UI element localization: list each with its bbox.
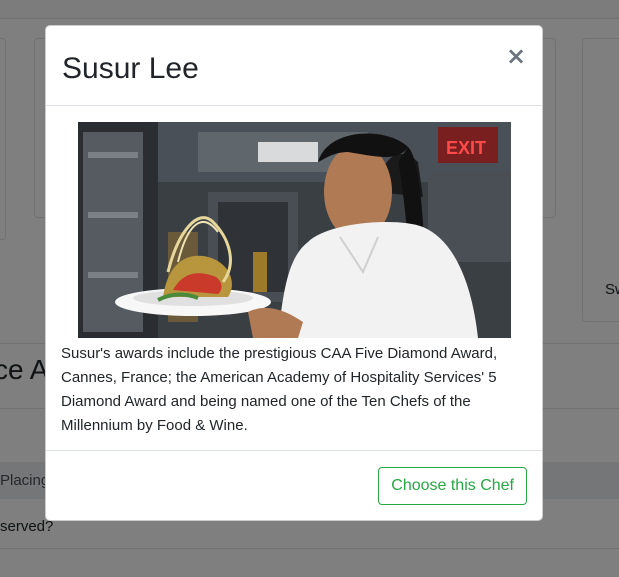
- chef-bio: Susur's awards include the prestigious C…: [61, 345, 498, 434]
- exit-sign: EXIT: [446, 138, 486, 158]
- close-icon[interactable]: ×: [504, 44, 528, 68]
- modal-title: Susur Lee: [62, 52, 199, 85]
- modal-header: Susur Lee ×: [46, 26, 542, 106]
- chef-photo: EXIT: [77, 122, 511, 338]
- modal-footer: Choose this Chef: [46, 450, 542, 520]
- choose-chef-button[interactable]: Choose this Chef: [378, 467, 527, 505]
- modal-body: EXIT Susur's awards include the prestigi…: [46, 106, 542, 438]
- chef-modal: Susur Lee × EXIT Susur's awards include …: [45, 25, 543, 521]
